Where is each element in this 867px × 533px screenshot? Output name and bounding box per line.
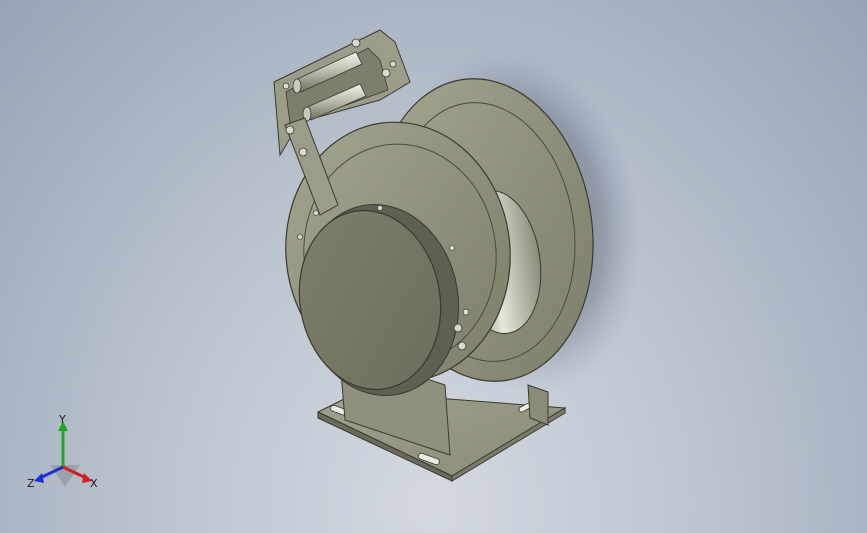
arm-bolt-mid [298,147,308,157]
flange-bolt-1 [377,205,383,211]
bracket-bolt-4 [282,82,290,90]
z-axis-label: Z [27,477,35,490]
x-axis-label: X [90,477,98,490]
hub-bolt-3 [462,308,470,316]
hub-bolt-2 [457,341,467,351]
bracket-bolt-3 [389,60,397,68]
bracket-bolt-2 [381,68,391,78]
flange-bolt-3 [297,234,303,240]
y-axis-label: Y [58,415,66,426]
bracket-bolt-1 [351,38,361,48]
view-orientation-triad[interactable]: Y X Z [20,415,110,495]
flange-bolt-4 [449,245,455,251]
hub-bolt-1 [453,323,463,333]
arm-bolt-top [285,125,295,135]
graphics-viewport[interactable]: Y X Z [0,0,867,533]
cable-reel-model[interactable] [0,0,867,533]
flange-bolt-2 [313,210,319,216]
z-axis-arrow [34,473,44,483]
